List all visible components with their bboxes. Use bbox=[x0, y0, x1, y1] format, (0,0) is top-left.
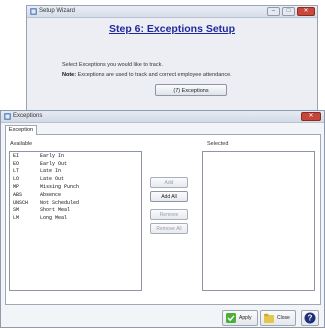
add-all-button[interactable]: Add All bbox=[150, 191, 188, 202]
exception-code: ABS bbox=[13, 191, 23, 198]
app-icon bbox=[30, 8, 37, 15]
exception-code: LT bbox=[13, 168, 20, 175]
exception-description: Short Meal bbox=[40, 207, 71, 214]
exception-description: Late Out bbox=[40, 176, 65, 183]
tab-strip: Exception bbox=[5, 125, 320, 135]
remove-all-button[interactable]: Remove All bbox=[150, 223, 188, 234]
list-item[interactable]: EI Early In bbox=[10, 152, 141, 160]
footer: Apply Close ? bbox=[1, 307, 324, 329]
remove-button[interactable]: Remove bbox=[150, 209, 188, 220]
exception-description: Early Out bbox=[40, 160, 68, 167]
available-rows: EI Early In EO Early Out LT Late In LO Late Out… bbox=[10, 152, 141, 222]
close-button[interactable]: ✕ bbox=[297, 7, 315, 16]
exceptions-titlebar[interactable]: Exceptions ✕ bbox=[1, 111, 324, 123]
list-item[interactable]: LM Long Meal bbox=[10, 214, 141, 222]
maximize-button[interactable]: □ bbox=[282, 7, 295, 16]
apply-label: Apply bbox=[239, 315, 252, 321]
help-button[interactable]: ? bbox=[301, 310, 319, 326]
exception-description: Absence bbox=[40, 191, 62, 198]
exception-description: Not Scheduled bbox=[40, 199, 80, 206]
app-icon bbox=[4, 113, 11, 120]
note-body: Exceptions are used to track and correct… bbox=[76, 72, 232, 78]
selected-label: Selected bbox=[207, 141, 229, 147]
folder-icon bbox=[264, 313, 274, 323]
exception-code: SM bbox=[13, 207, 20, 214]
list-item[interactable]: SM Short Meal bbox=[10, 207, 141, 215]
close-icon: ✕ bbox=[308, 113, 314, 119]
tab-exception[interactable]: Exception bbox=[5, 125, 37, 135]
close-button[interactable]: ✕ bbox=[301, 112, 321, 121]
instruction-text: Select Exceptions you would like to trac… bbox=[62, 62, 163, 68]
maximize-icon: □ bbox=[286, 8, 291, 14]
exception-code: EO bbox=[13, 160, 20, 167]
exception-code: EI bbox=[13, 152, 20, 159]
list-item[interactable]: ABS Absence bbox=[10, 191, 141, 199]
exceptions-window: Exceptions ✕ Exception Available Selecte… bbox=[0, 110, 325, 328]
apply-button[interactable]: Apply bbox=[222, 310, 258, 326]
svg-text:?: ? bbox=[308, 314, 313, 323]
note-text: Note: Exceptions are used to track and c… bbox=[62, 72, 232, 78]
exception-code: MP bbox=[13, 184, 20, 191]
exceptions-button[interactable]: (7) Exceptions bbox=[155, 84, 227, 96]
available-label: Available bbox=[10, 141, 33, 147]
close-dialog-button[interactable]: Close bbox=[260, 310, 296, 326]
exception-description: Missing Punch bbox=[40, 184, 80, 191]
checkmark-icon bbox=[226, 313, 236, 323]
exception-code: UNSCH bbox=[13, 199, 29, 206]
exceptions-title: Exceptions bbox=[13, 113, 43, 119]
exception-panel: Available Selected EI Early In EO Early Out… bbox=[5, 134, 321, 305]
note-label: Note: bbox=[62, 72, 77, 78]
setup-wizard-title: Setup Wizard bbox=[39, 8, 76, 14]
help-icon: ? bbox=[304, 312, 316, 324]
exception-code: LM bbox=[13, 215, 20, 222]
minimize-icon: – bbox=[271, 8, 276, 14]
minimize-button[interactable]: – bbox=[267, 7, 280, 16]
add-button[interactable]: Add bbox=[150, 177, 188, 188]
list-item[interactable]: UNSCH Not Scheduled bbox=[10, 199, 141, 207]
list-item[interactable]: LT Late In bbox=[10, 168, 141, 176]
exception-description: Early In bbox=[40, 152, 65, 159]
list-item[interactable]: EO Early Out bbox=[10, 160, 141, 168]
list-item[interactable]: LO Late Out bbox=[10, 175, 141, 183]
exception-description: Late In bbox=[40, 168, 62, 175]
available-list[interactable]: EI Early In EO Early Out LT Late In LO Late Out… bbox=[9, 151, 142, 291]
list-item[interactable]: MP Missing Punch bbox=[10, 183, 141, 191]
exception-description: Long Meal bbox=[40, 215, 68, 222]
step-title: Step 6: Exceptions Setup bbox=[108, 23, 236, 35]
exception-code: LO bbox=[13, 176, 20, 183]
selected-list[interactable] bbox=[202, 151, 315, 291]
close-label: Close bbox=[277, 315, 290, 321]
setup-wizard-titlebar[interactable]: Setup Wizard – □ ✕ bbox=[27, 6, 317, 18]
close-icon: ✕ bbox=[303, 8, 309, 14]
